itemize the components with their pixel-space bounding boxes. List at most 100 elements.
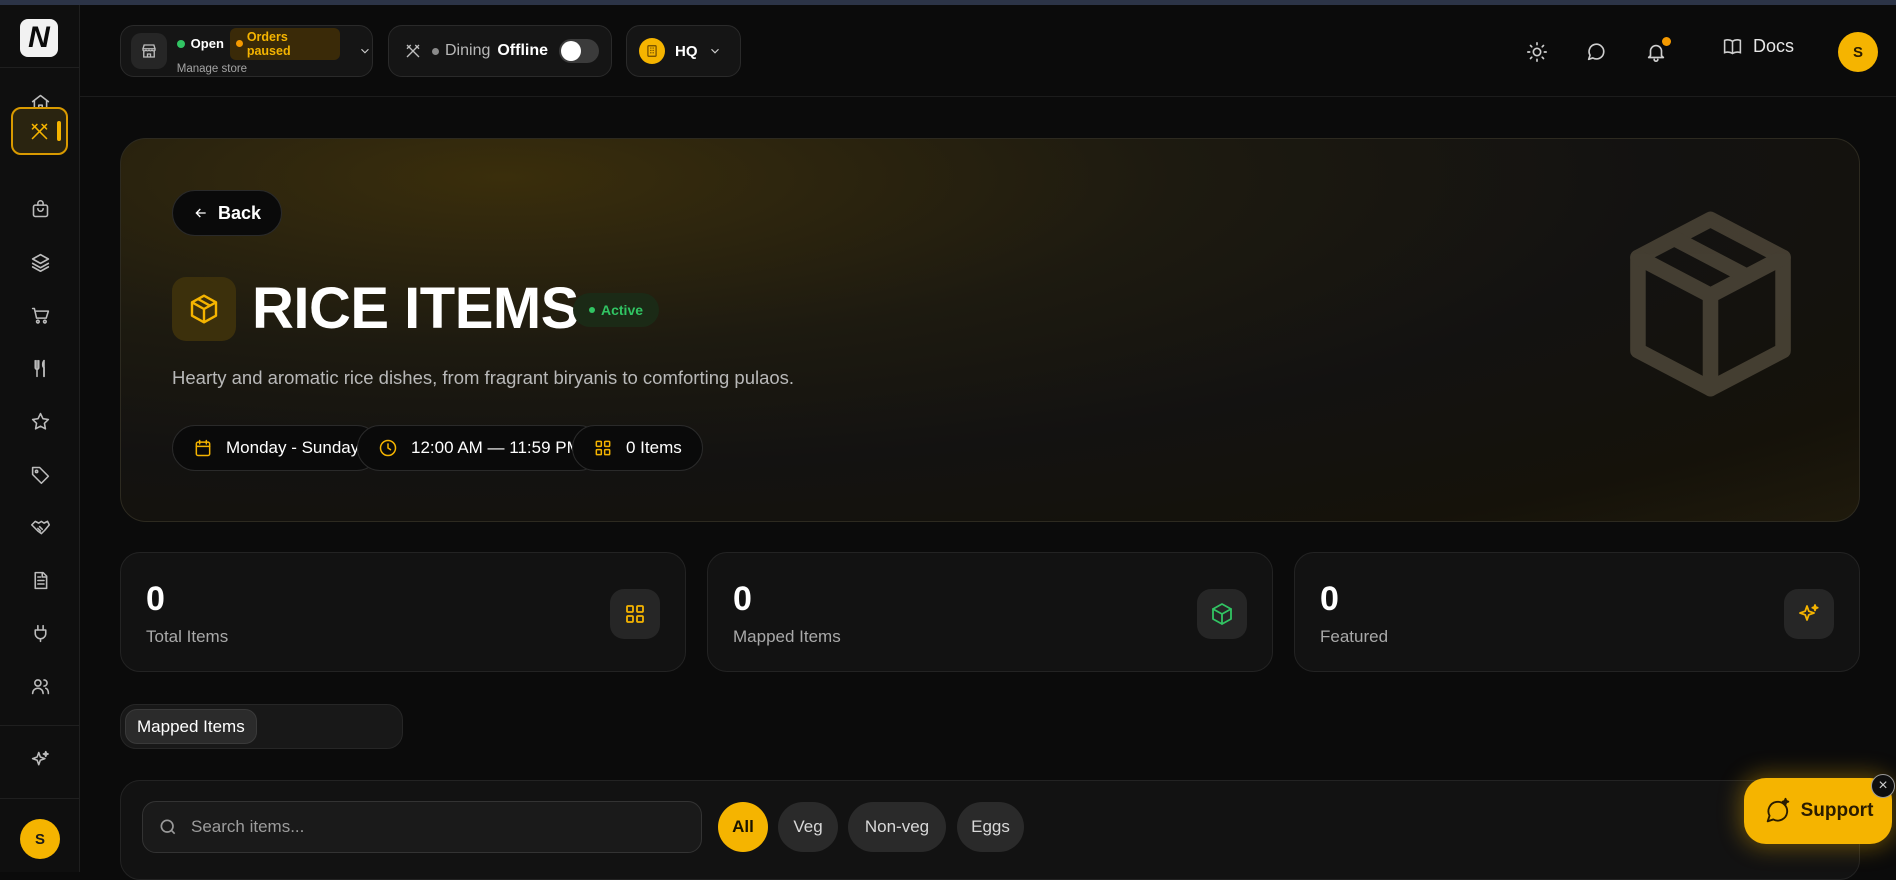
dining-icon (406, 44, 420, 58)
paused-dot (235, 40, 243, 47)
store-status-selector[interactable]: Open Orders paused Manage store (120, 25, 373, 77)
toggle-knob (561, 41, 582, 61)
sidebar-item-orders[interactable] (20, 189, 60, 229)
category-hero: Back RICE ITEMS Active Hearty and aromat… (120, 138, 1860, 522)
sidebar-item-reports[interactable] (20, 560, 60, 600)
messages-button[interactable] (1584, 40, 1608, 64)
notifications-button[interactable] (1644, 37, 1671, 64)
filter-non-veg[interactable]: Non-veg (848, 802, 946, 852)
category-box-icon (172, 277, 236, 341)
layers-icon (31, 253, 49, 272)
clock-icon (379, 439, 397, 457)
item-count-label: 0 Items (626, 438, 682, 457)
chat-sparkle-icon (1766, 797, 1789, 823)
dining-status-label: Offline (497, 42, 549, 59)
app-logo[interactable]: N (20, 19, 58, 57)
chevron-down-icon (361, 48, 369, 54)
search-box (142, 801, 702, 853)
notification-dot (1662, 37, 1671, 46)
plug-icon (33, 624, 47, 642)
filter-all[interactable]: All (718, 802, 768, 852)
back-button[interactable]: Back (172, 190, 282, 236)
stat-card-total-items: 0 Total Items (120, 552, 686, 672)
users-icon (31, 678, 49, 694)
sidebar-item-offers[interactable] (20, 454, 60, 494)
sidebar-item-ai[interactable] (20, 739, 60, 779)
item-count-chip: 0 Items (572, 425, 703, 471)
cart-icon (31, 307, 49, 324)
chevron-down-icon (710, 48, 719, 54)
sidebar-item-dining[interactable] (11, 107, 68, 155)
tab-mapped-items[interactable]: Mapped Items (125, 709, 257, 744)
chat-icon (1587, 43, 1605, 61)
status-badge: Active (573, 293, 660, 327)
sidebar-item-menus[interactable] (20, 242, 60, 282)
schedule-hours-chip: 12:00 AM — 11:59 PM (357, 425, 602, 471)
schedule-days-chip: Monday - Sunday (172, 425, 381, 471)
stat-label: Featured (1320, 627, 1389, 646)
sparkles-icon (1784, 589, 1834, 639)
filter-eggs[interactable]: Eggs (957, 802, 1024, 852)
theme-toggle-button[interactable] (1525, 40, 1549, 64)
orders-paused-label: Orders paused (246, 29, 291, 58)
schedule-hours-label: 12:00 AM — 11:59 PM (411, 438, 581, 457)
location-selector[interactable]: HQ (626, 25, 741, 77)
support-label: Support (1800, 800, 1874, 821)
status-dot (589, 307, 595, 313)
sidebar: N S (0, 5, 80, 872)
dining-status-dot (432, 47, 439, 55)
calendar-icon (195, 439, 211, 457)
sidebar-item-cart[interactable] (20, 295, 60, 335)
search-input[interactable] (191, 817, 661, 837)
sidebar-item-items[interactable] (20, 348, 60, 388)
items-tabs: Mapped Items (120, 704, 403, 749)
sidebar-item-partners[interactable] (20, 507, 60, 547)
stat-value: 0 (1320, 580, 1339, 618)
stat-value: 0 (733, 580, 752, 618)
utensils-icon (33, 359, 45, 377)
handshake-icon (30, 520, 50, 534)
book-icon (1723, 39, 1742, 55)
store-status-text: Open Orders paused Manage store (176, 27, 341, 75)
active-indicator (57, 121, 61, 141)
stat-label: Total Items (146, 627, 229, 646)
orders-paused-badge: Orders paused (229, 27, 341, 60)
sidebar-avatar[interactable]: S (20, 819, 60, 859)
star-icon (31, 412, 49, 430)
store-icon (131, 33, 167, 69)
items-panel: All Veg Non-veg Eggs (120, 780, 1860, 880)
sparkles-icon (31, 750, 49, 766)
arrow-left-icon (195, 208, 206, 218)
grid-icon (610, 589, 660, 639)
support-button[interactable]: Support (1744, 778, 1892, 844)
box-icon (1197, 589, 1247, 639)
back-label: Back (217, 202, 262, 223)
top-bar: Open Orders paused Manage store Dining O… (80, 5, 1896, 97)
manage-store-label: Manage store (176, 62, 248, 75)
schedule-days-label: Monday - Sunday (226, 438, 360, 457)
sidebar-item-team[interactable] (20, 666, 60, 706)
sidebar-item-integrations[interactable] (20, 613, 60, 653)
bag-icon (32, 199, 48, 217)
open-status-dot (176, 39, 185, 48)
user-avatar[interactable]: S (1838, 32, 1878, 72)
filter-veg[interactable]: Veg (778, 802, 838, 852)
sidebar-divider (0, 67, 80, 68)
box-watermark-icon (1623, 209, 1798, 399)
stat-label: Mapped Items (733, 627, 841, 646)
sidebar-divider (0, 798, 80, 799)
docs-label: Docs (1753, 36, 1795, 56)
stat-card-mapped-items: 0 Mapped Items (707, 552, 1273, 672)
sidebar-item-reviews[interactable] (20, 401, 60, 441)
dining-toggle[interactable] (559, 39, 600, 63)
dining-icon (31, 123, 48, 139)
support-close-button[interactable]: × (1871, 774, 1895, 798)
docs-link[interactable]: Docs (1722, 36, 1794, 57)
building-icon (639, 38, 665, 64)
document-icon (33, 571, 47, 589)
stat-card-featured: 0 Featured (1294, 552, 1860, 672)
stat-value: 0 (146, 580, 165, 618)
grid-icon (595, 440, 611, 456)
page-title: RICE ITEMS (252, 276, 579, 341)
sun-icon (1527, 42, 1547, 62)
